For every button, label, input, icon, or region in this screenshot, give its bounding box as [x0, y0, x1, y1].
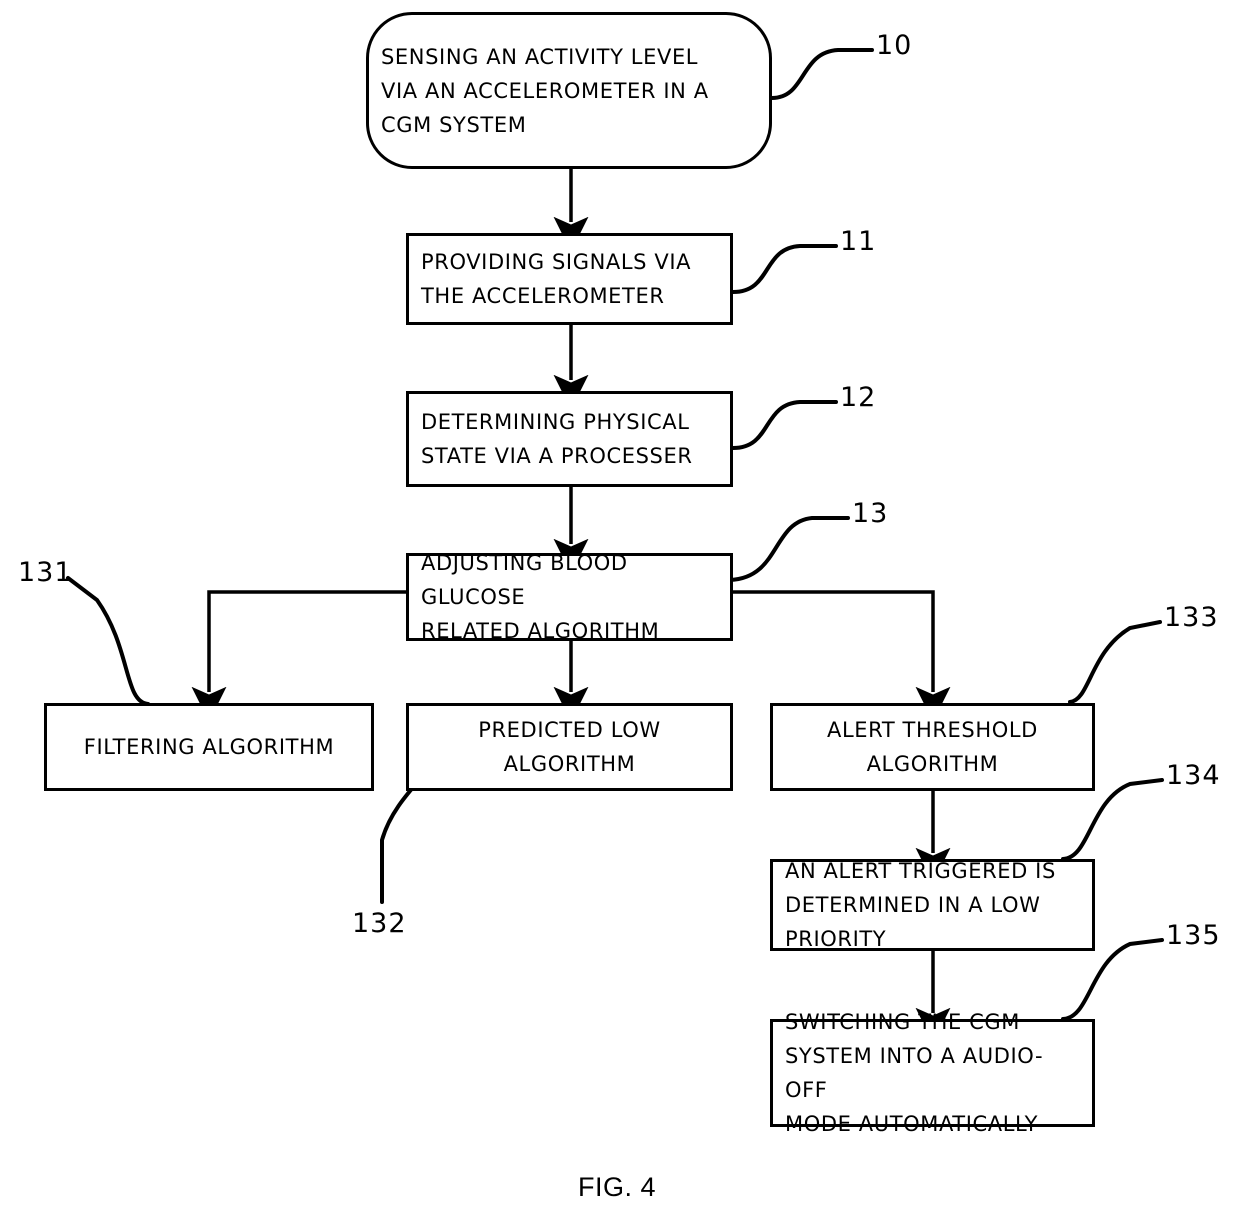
- reference-numeral-134: 134: [1166, 760, 1221, 791]
- node-text: AN ALERT TRIGGERED IS DETERMINED IN A LO…: [785, 859, 1056, 951]
- node-alert-triggered-low-priority[interactable]: AN ALERT TRIGGERED IS DETERMINED IN A LO…: [770, 859, 1095, 951]
- leader-13: [728, 516, 850, 582]
- arrow-13-to-133: [730, 590, 951, 722]
- reference-numeral-10: 10: [876, 30, 913, 61]
- flowchart-diagram: SENSING AN ACTIVITY LEVEL VIA AN ACCELER…: [0, 0, 1240, 1221]
- reference-numeral-13: 13: [852, 498, 889, 529]
- leader-131: [66, 576, 150, 706]
- node-text: DETERMINING PHYSICAL STATE VIA A PROCESS…: [421, 410, 693, 468]
- reference-numeral-133: 133: [1164, 602, 1219, 633]
- node-text: PROVIDING SIGNALS VIA THE ACCELEROMETER: [421, 250, 692, 308]
- arrow-13-to-131: [191, 590, 408, 722]
- leader-12: [731, 400, 838, 450]
- leader-133: [1068, 620, 1162, 704]
- leader-11: [731, 244, 838, 294]
- node-filtering-algorithm[interactable]: FILTERING ALGORITHM: [44, 703, 374, 791]
- node-providing-signals[interactable]: PROVIDING SIGNALS VIA THE ACCELEROMETER: [406, 233, 733, 325]
- node-determining-physical-state[interactable]: DETERMINING PHYSICAL STATE VIA A PROCESS…: [406, 391, 733, 487]
- leader-134: [1061, 778, 1164, 861]
- figure-caption: FIG. 4: [578, 1172, 657, 1202]
- leader-10: [770, 48, 874, 100]
- node-adjusting-blood-glucose-algorithm[interactable]: ADJUSTING BLOOD GLUCOSE RELATED ALGORITH…: [406, 551, 733, 643]
- reference-numeral-12: 12: [840, 382, 877, 413]
- node-alert-threshold-algorithm[interactable]: ALERT THRESHOLD ALGORITHM: [770, 703, 1095, 791]
- node-text: PREDICTED LOW ALGORITHM: [478, 718, 661, 776]
- reference-numeral-132: 132: [352, 908, 407, 939]
- node-text: SWITCHING THE CGM SYSTEM INTO A AUDIO-OF…: [785, 1010, 1044, 1136]
- node-text: SENSING AN ACTIVITY LEVEL VIA AN ACCELER…: [381, 44, 709, 137]
- node-text: ADJUSTING BLOOD GLUCOSE RELATED ALGORITH…: [421, 551, 660, 643]
- node-text: FILTERING ALGORITHM: [83, 735, 335, 759]
- node-text: ALERT THRESHOLD ALGORITHM: [827, 718, 1038, 776]
- node-predicted-low-algorithm[interactable]: PREDICTED LOW ALGORITHM: [406, 703, 733, 791]
- reference-numeral-11: 11: [840, 226, 877, 257]
- node-switching-audio-off-mode[interactable]: SWITCHING THE CGM SYSTEM INTO A AUDIO-OF…: [770, 1010, 1095, 1136]
- reference-numeral-135: 135: [1166, 920, 1221, 951]
- node-sensing-activity-level[interactable]: SENSING AN ACTIVITY LEVEL VIA AN ACCELER…: [366, 12, 772, 169]
- reference-numeral-131: 131: [18, 557, 73, 588]
